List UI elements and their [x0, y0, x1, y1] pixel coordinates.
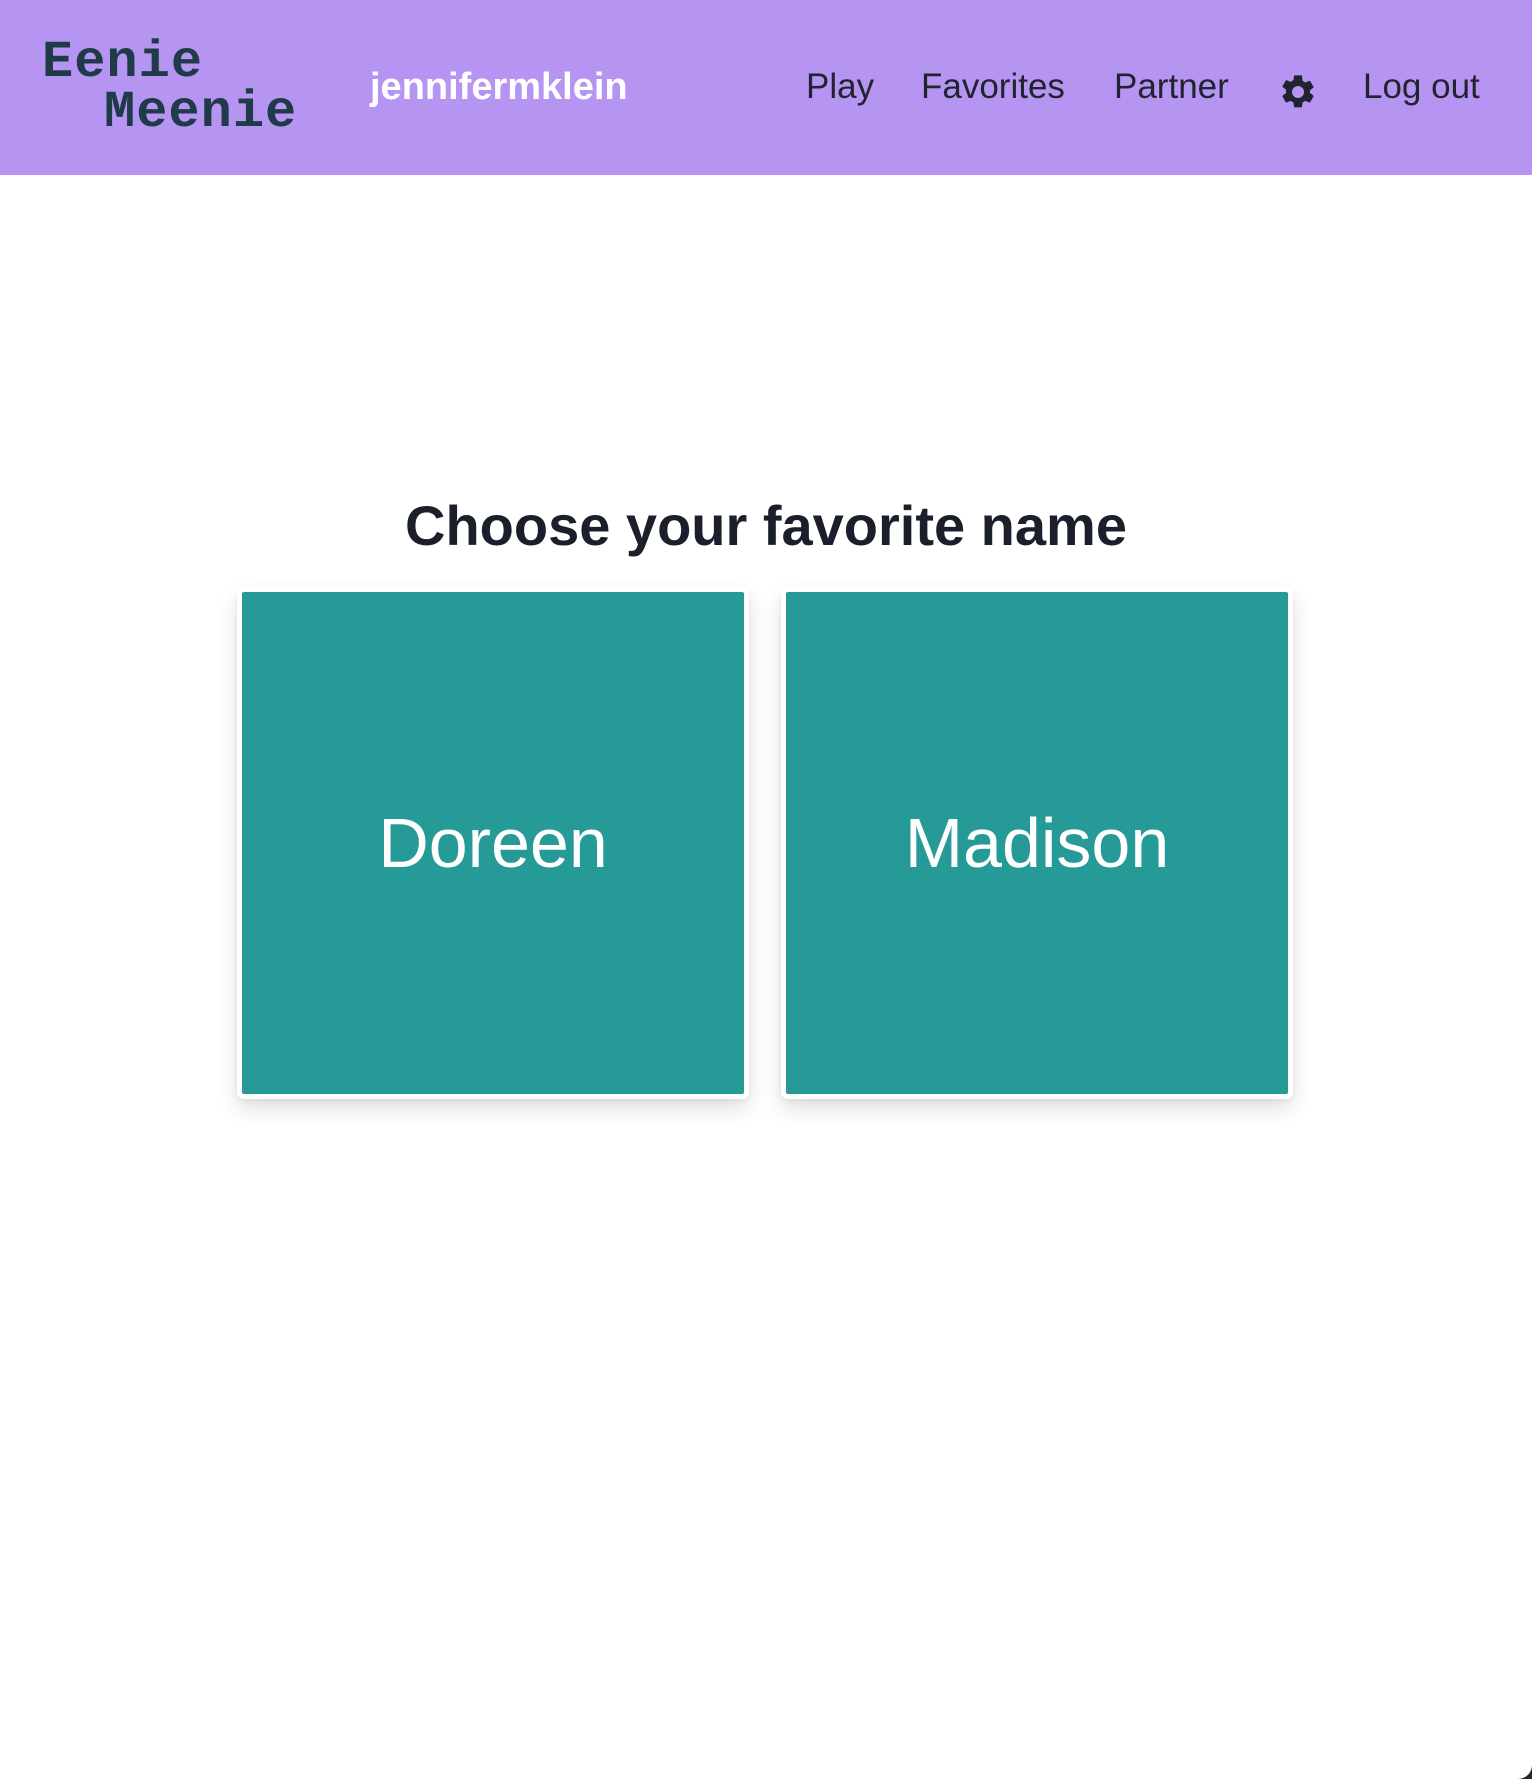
name-choice-label: Madison: [904, 804, 1170, 882]
name-choice-label: Doreen: [378, 804, 608, 882]
nav-play-link[interactable]: Play: [806, 62, 874, 112]
gear-icon[interactable]: [1278, 72, 1318, 112]
nav-favorites-link[interactable]: Favorites: [921, 62, 1065, 112]
page-title: Choose your favorite name: [405, 493, 1127, 557]
username: jennifermklein: [370, 66, 628, 108]
logout-link[interactable]: Log out: [1363, 62, 1480, 112]
page: Eenie Meenie jennifermklein Play Favorit…: [0, 0, 1532, 1779]
name-choice-card[interactable]: Doreen: [237, 587, 749, 1099]
name-choice-card[interactable]: Madison: [781, 587, 1293, 1099]
logo-line-2: Meenie: [104, 83, 298, 142]
nav-partner-link[interactable]: Partner: [1114, 62, 1229, 112]
app-logo[interactable]: Eenie Meenie: [42, 37, 298, 142]
navbar: Eenie Meenie jennifermklein Play Favorit…: [0, 0, 1532, 175]
